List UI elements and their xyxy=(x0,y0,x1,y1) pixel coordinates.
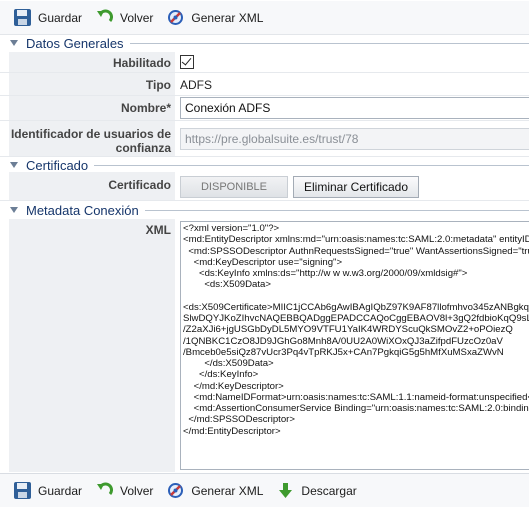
generate-xml-icon xyxy=(167,9,184,26)
type-value: ADFS xyxy=(180,78,213,92)
enabled-label: Habilitado xyxy=(112,56,171,70)
generate-xml-label: Generar XML xyxy=(191,483,264,498)
name-input[interactable] xyxy=(180,97,529,119)
download-button[interactable]: Descargar xyxy=(277,482,357,499)
xml-label: XML xyxy=(145,223,171,237)
generate-xml-label: Generar XML xyxy=(191,10,264,25)
top-toolbar: Guardar Volver Generar XML xyxy=(0,1,529,35)
name-label: Nombre* xyxy=(120,101,171,115)
idp-row: Identificador de usuarios de confianza xyxy=(0,121,529,157)
idp-input xyxy=(180,128,529,150)
type-row: Tipo ADFS xyxy=(0,73,529,96)
back-button[interactable]: Volver xyxy=(96,482,153,499)
section-divider xyxy=(129,42,529,44)
section-general-title: Datos Generales xyxy=(26,35,124,51)
floppy-disk-icon xyxy=(14,482,31,499)
floppy-disk-icon xyxy=(14,9,31,26)
section-divider xyxy=(94,164,529,166)
section-general-header[interactable]: Datos Generales xyxy=(0,34,529,52)
save-label: Guardar xyxy=(38,10,83,25)
download-arrow-icon xyxy=(277,482,294,499)
enabled-row: Habilitado xyxy=(0,52,529,73)
type-label: Tipo xyxy=(145,78,171,92)
xml-textarea[interactable]: <?xml version="1.0"?> <md:EntityDescript… xyxy=(180,221,529,470)
back-label: Volver xyxy=(120,10,154,25)
download-label: Descargar xyxy=(301,483,357,498)
back-arrow-icon xyxy=(96,9,114,26)
section-metadata-title: Metadata Conexión xyxy=(26,202,139,218)
back-arrow-icon xyxy=(96,482,114,499)
save-label: Guardar xyxy=(38,483,83,498)
collapse-chevron-icon xyxy=(10,162,18,168)
certificate-row: Certificado DISPONIBLE Eliminar Certific… xyxy=(0,172,529,201)
save-button[interactable]: Guardar xyxy=(14,9,82,26)
back-label: Volver xyxy=(120,483,154,498)
certificate-status: DISPONIBLE xyxy=(180,176,288,198)
xml-content: <?xml version="1.0"?> <md:EntityDescript… xyxy=(183,223,529,437)
section-divider xyxy=(144,209,529,211)
collapse-chevron-icon xyxy=(10,40,18,46)
save-button[interactable]: Guardar xyxy=(14,482,82,499)
section-certificate-title: Certificado xyxy=(26,157,89,173)
generate-xml-button[interactable]: Generar XML xyxy=(167,9,263,26)
delete-certificate-button[interactable]: Eliminar Certificado xyxy=(293,176,420,198)
back-button[interactable]: Volver xyxy=(96,9,153,26)
name-row: Nombre* xyxy=(0,96,529,121)
enabled-checkbox[interactable] xyxy=(180,55,194,69)
generate-xml-button[interactable]: Generar XML xyxy=(167,482,263,499)
idp-label: Identificador de usuarios de confianza xyxy=(10,127,171,155)
generate-xml-icon xyxy=(167,482,184,499)
certificate-label: Certificado xyxy=(108,178,171,192)
section-metadata-header[interactable]: Metadata Conexión xyxy=(0,201,529,219)
collapse-chevron-icon xyxy=(10,207,18,213)
bottom-toolbar: Guardar Volver Generar XML Descargar xyxy=(0,473,529,507)
